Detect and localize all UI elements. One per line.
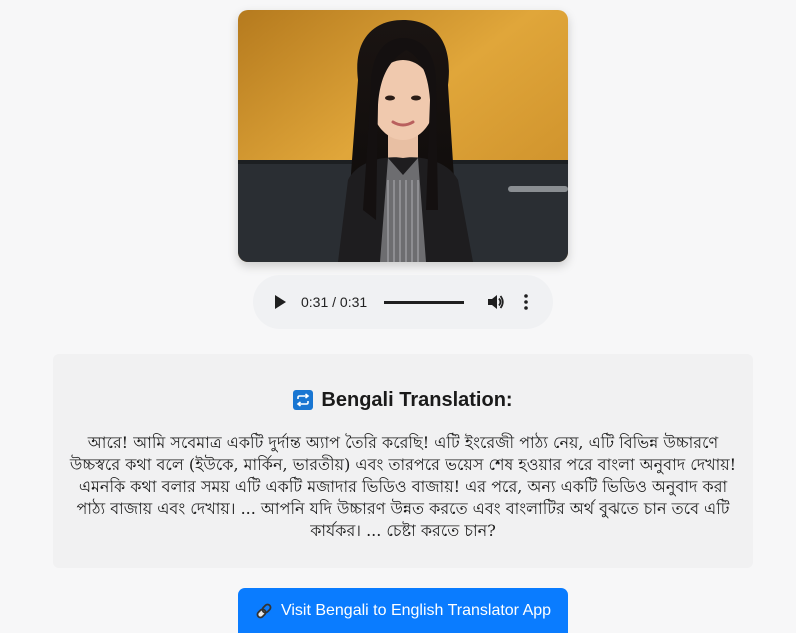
visit-button-label: Visit Bengali to English Translator App bbox=[280, 601, 552, 619]
translation-panel: Bengali Translation: আরে! আমি সবেমাত্র এ… bbox=[53, 354, 753, 568]
translation-text: আরে! আমি সবেমাত্র একটি দুর্দান্ত অ্যাপ ত… bbox=[69, 433, 737, 540]
translation-heading-text: Bengali Translation: bbox=[321, 388, 513, 411]
presenter-image bbox=[238, 10, 568, 262]
play-icon[interactable] bbox=[271, 293, 289, 311]
audio-progress-fill bbox=[384, 300, 465, 304]
translation-heading: Bengali Translation: bbox=[69, 386, 737, 414]
link-icon bbox=[255, 602, 273, 620]
audio-time-display: 0:31 / 0:31 bbox=[301, 294, 368, 310]
repeat-icon bbox=[293, 390, 314, 410]
visit-translator-app-button[interactable]: Visit Bengali to English Translator App bbox=[238, 588, 568, 633]
audio-player[interactable]: 0:31 / 0:31 bbox=[253, 275, 553, 329]
audio-progress-slider[interactable] bbox=[384, 300, 465, 304]
volume-icon[interactable] bbox=[486, 292, 506, 312]
more-options-icon[interactable] bbox=[518, 292, 534, 312]
presenter-video[interactable] bbox=[238, 10, 568, 262]
